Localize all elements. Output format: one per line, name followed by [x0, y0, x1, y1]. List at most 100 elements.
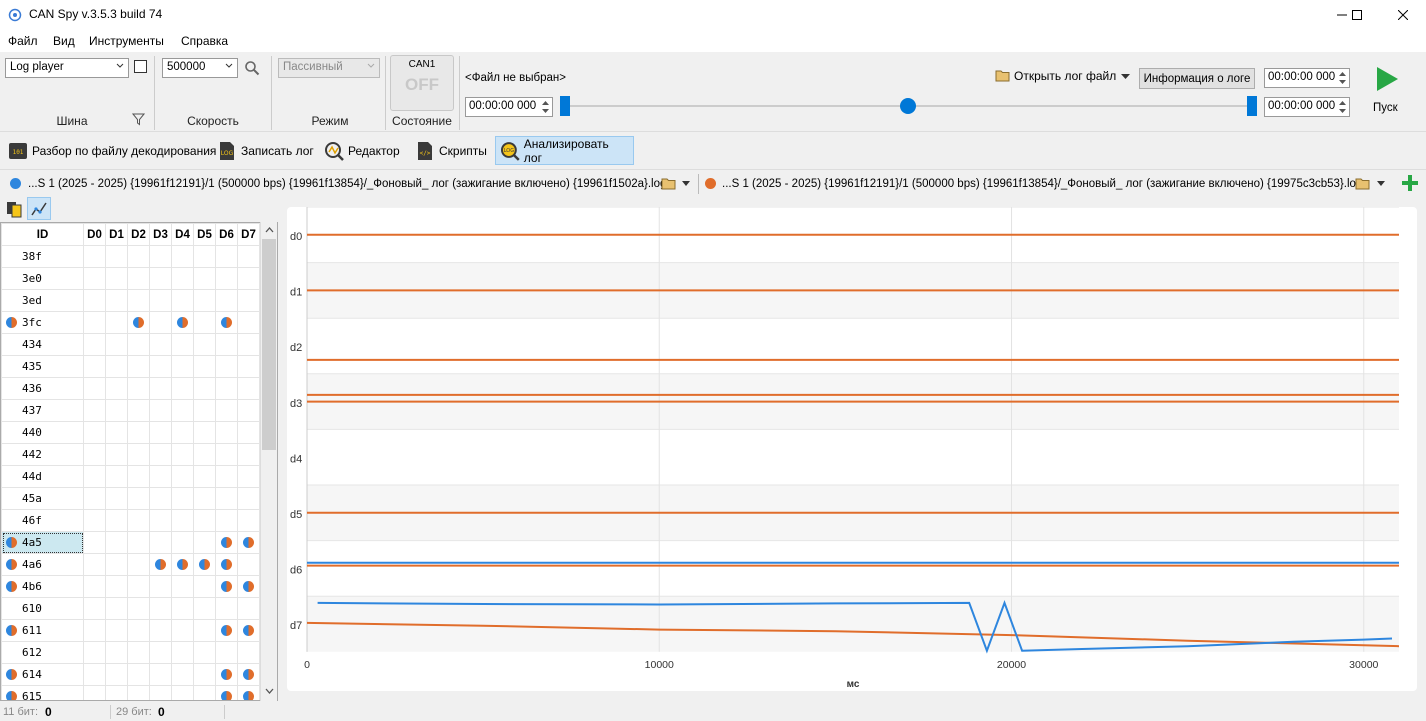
menu-file[interactable]: Файл — [8, 34, 38, 48]
byte-cell-d4[interactable] — [171, 311, 194, 334]
id-cell[interactable]: 4a5 — [1, 531, 84, 554]
id-cell[interactable]: 3ed — [1, 289, 84, 312]
byte-cell-d6[interactable] — [215, 465, 238, 488]
byte-cell-d5[interactable] — [193, 443, 216, 466]
byte-cell-d2[interactable] — [127, 399, 150, 422]
byte-cell-d5[interactable] — [193, 377, 216, 400]
byte-cell-d6[interactable] — [215, 355, 238, 378]
byte-cell-d4[interactable] — [171, 619, 194, 642]
byte-cell-d6[interactable] — [215, 267, 238, 290]
table-row[interactable]: 4b6 — [1, 575, 260, 598]
folder-open-icon[interactable] — [1355, 177, 1371, 191]
can-state-button[interactable]: CAN1 OFF — [390, 55, 454, 111]
byte-cell-d4[interactable] — [171, 333, 194, 356]
byte-cell-d4[interactable] — [171, 685, 194, 700]
byte-cell-d0[interactable] — [83, 267, 106, 290]
byte-cell-d1[interactable] — [105, 575, 128, 598]
byte-cell-d1[interactable] — [105, 289, 128, 312]
byte-cell-d2[interactable] — [127, 575, 150, 598]
time-end-bottom-field[interactable]: 00:00:00 000 — [1264, 97, 1350, 117]
byte-cell-d0[interactable] — [83, 553, 106, 576]
byte-cell-d0[interactable] — [83, 597, 106, 620]
byte-cell-d3[interactable] — [149, 553, 172, 576]
byte-cell-d1[interactable] — [105, 333, 128, 356]
byte-cell-d2[interactable] — [127, 443, 150, 466]
byte-cell-d3[interactable] — [149, 421, 172, 444]
byte-cell-d3[interactable] — [149, 619, 172, 642]
byte-cell-d2[interactable] — [127, 311, 150, 334]
byte-cell-d7[interactable] — [237, 509, 260, 532]
byte-cell-d1[interactable] — [105, 619, 128, 642]
byte-cell-d1[interactable] — [105, 597, 128, 620]
byte-cell-d2[interactable] — [127, 553, 150, 576]
timeline-position-handle[interactable] — [900, 98, 916, 114]
byte-cell-d3[interactable] — [149, 531, 172, 554]
byte-cell-d3[interactable] — [149, 267, 172, 290]
scroll-thumb[interactable] — [262, 239, 276, 450]
filter-icon[interactable] — [132, 113, 145, 126]
id-cell[interactable]: 440 — [1, 421, 84, 444]
column-header-d1[interactable]: D1 — [105, 223, 128, 246]
byte-cell-d3[interactable] — [149, 289, 172, 312]
byte-cell-d6[interactable] — [215, 553, 238, 576]
byte-cell-d3[interactable] — [149, 355, 172, 378]
byte-cell-d5[interactable] — [193, 245, 216, 268]
byte-cell-d3[interactable] — [149, 685, 172, 700]
byte-cell-d5[interactable] — [193, 355, 216, 378]
byte-cell-d2[interactable] — [127, 531, 150, 554]
editor-button[interactable]: Редактор — [320, 136, 404, 165]
scroll-down-icon[interactable] — [265, 688, 274, 694]
byte-cell-d7[interactable] — [237, 487, 260, 510]
byte-cell-d0[interactable] — [83, 619, 106, 642]
byte-cell-d3[interactable] — [149, 597, 172, 620]
play-icon[interactable] — [1375, 66, 1399, 92]
byte-cell-d4[interactable] — [171, 399, 194, 422]
byte-cell-d1[interactable] — [105, 399, 128, 422]
caret-down-icon[interactable] — [682, 181, 690, 186]
spin-arrows-icon[interactable] — [540, 99, 551, 115]
byte-cell-d2[interactable] — [127, 333, 150, 356]
byte-cell-d0[interactable] — [83, 443, 106, 466]
byte-cell-d5[interactable] — [193, 487, 216, 510]
byte-cell-d6[interactable] — [215, 421, 238, 444]
caret-down-icon[interactable] — [1377, 181, 1385, 186]
folder-open-icon[interactable] — [661, 177, 677, 191]
byte-cell-d4[interactable] — [171, 641, 194, 664]
byte-cell-d1[interactable] — [105, 465, 128, 488]
byte-cell-d0[interactable] — [83, 421, 106, 444]
byte-cell-d7[interactable] — [237, 641, 260, 664]
byte-cell-d3[interactable] — [149, 443, 172, 466]
id-cell[interactable]: 45a — [1, 487, 84, 510]
byte-cell-d7[interactable] — [237, 355, 260, 378]
byte-cell-d1[interactable] — [105, 267, 128, 290]
byte-cell-d4[interactable] — [171, 575, 194, 598]
id-cell[interactable]: 614 — [1, 663, 84, 686]
id-cell[interactable]: 436 — [1, 377, 84, 400]
table-row[interactable]: 4a6 — [1, 553, 260, 576]
table-row[interactable]: 434 — [1, 333, 260, 356]
byte-cell-d2[interactable] — [127, 245, 150, 268]
byte-cell-d7[interactable] — [237, 663, 260, 686]
byte-cell-d2[interactable] — [127, 641, 150, 664]
byte-cell-d0[interactable] — [83, 663, 106, 686]
byte-cell-d4[interactable] — [171, 663, 194, 686]
table-view-icon[interactable] — [5, 200, 23, 218]
byte-cell-d7[interactable] — [237, 267, 260, 290]
byte-cell-d6[interactable] — [215, 377, 238, 400]
byte-cell-d6[interactable] — [215, 399, 238, 422]
byte-cell-d5[interactable] — [193, 509, 216, 532]
byte-cell-d3[interactable] — [149, 399, 172, 422]
table-row[interactable]: 3ed — [1, 289, 260, 312]
byte-cell-d4[interactable] — [171, 465, 194, 488]
decode-file-button[interactable]: 101 Разбор по файлу декодирования — [4, 136, 220, 165]
id-cell[interactable]: 610 — [1, 597, 84, 620]
menu-help[interactable]: Справка — [181, 34, 228, 48]
byte-cell-d3[interactable] — [149, 245, 172, 268]
id-cell[interactable]: 611 — [1, 619, 84, 642]
byte-cell-d4[interactable] — [171, 289, 194, 312]
table-row[interactable]: 46f — [1, 509, 260, 532]
byte-cell-d0[interactable] — [83, 289, 106, 312]
byte-cell-d5[interactable] — [193, 685, 216, 700]
byte-cell-d6[interactable] — [215, 509, 238, 532]
table-row[interactable]: 3fc — [1, 311, 260, 334]
